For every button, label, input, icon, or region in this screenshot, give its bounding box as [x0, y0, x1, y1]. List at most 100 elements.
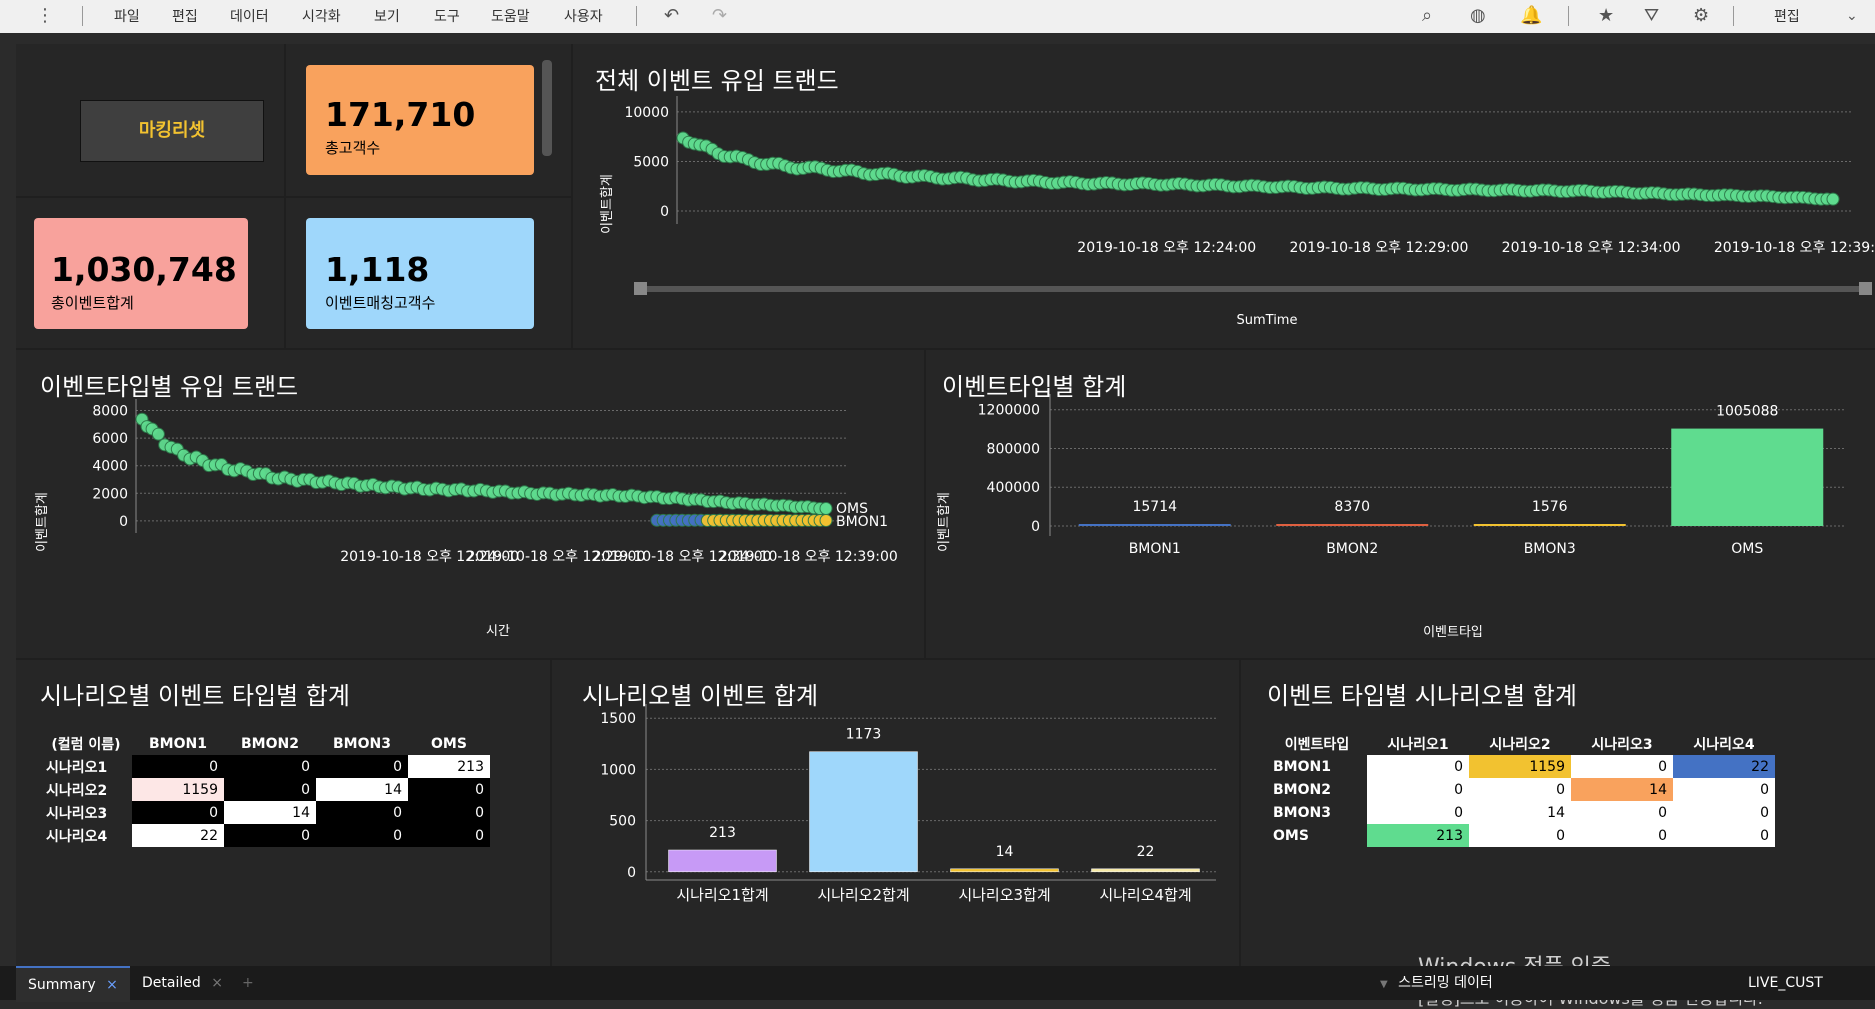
bookmark-icon[interactable]: ★ — [1598, 5, 1614, 26]
menu-visualize[interactable]: 시각화 — [302, 6, 341, 26]
bar — [1671, 428, 1824, 526]
table-row[interactable]: 시나리오3 0 14 0 0 — [40, 801, 490, 824]
redo-icon[interactable]: ↷ — [712, 5, 727, 26]
menu-data[interactable]: 데이터 — [230, 6, 269, 26]
y-axis-label: 이벤트합계 — [937, 492, 952, 552]
table-cell: 0 — [224, 755, 316, 778]
table-cell: 14 — [316, 778, 408, 801]
y-tick-label: 10000 — [624, 105, 669, 121]
total-customers-label: 총고객수 — [325, 139, 381, 157]
x-tick-label: 2019-10-18 오후 12:39:00 — [1714, 240, 1875, 256]
y-axis-label: 이벤트합계 — [600, 174, 615, 234]
table-column-header[interactable]: BMON2 — [224, 732, 316, 755]
menu-separator — [1568, 6, 1569, 26]
table-cell: 0 — [316, 824, 408, 847]
data-point — [819, 501, 833, 515]
bar — [668, 849, 777, 873]
total-events-label: 총이벤트합계 — [51, 294, 134, 312]
chevron-down-icon[interactable]: ⌄ — [1846, 8, 1858, 24]
table-row[interactable]: BMON3 0 14 0 0 — [1267, 801, 1775, 824]
undo-icon[interactable]: ↶ — [664, 5, 679, 26]
add-tab-icon[interactable]: + — [230, 966, 266, 1000]
range-slider-left-handle[interactable] — [634, 282, 647, 295]
x-tick-label: 2019-10-18 오후 12:24:00 — [1077, 240, 1256, 256]
table-column-header[interactable]: 시나리오1 — [1367, 732, 1469, 755]
table-column-header[interactable]: BMON3 — [316, 732, 408, 755]
total-customers-card: 171,710 총고객수 — [306, 65, 534, 175]
table-cell: 14 — [1571, 778, 1673, 801]
more-vertical-icon[interactable]: ⋮ — [36, 5, 54, 26]
marketing-set-button[interactable]: 마킹리셋 — [80, 100, 264, 162]
scenario-table-panel: 시나리오별 이벤트 타입별 합계 (컬럼 이름) BMON1 BMON2 BMON3 O… — [16, 660, 550, 966]
data-point — [819, 513, 833, 527]
tab-detailed[interactable]: Detailed × — [130, 966, 235, 1000]
close-icon[interactable]: × — [211, 975, 223, 991]
table-row[interactable]: OMS 213 0 0 0 — [1267, 824, 1775, 847]
table-row-header: 시나리오2 — [46, 782, 108, 799]
menu-view[interactable]: 보기 — [374, 6, 400, 26]
y-tick-label: 400000 — [987, 480, 1040, 496]
menu-edit[interactable]: 편집 — [172, 6, 198, 26]
table-cell: 0 — [1571, 824, 1673, 847]
y-tick-label: 8000 — [92, 404, 128, 420]
table-cell: 0 — [1571, 801, 1673, 824]
y-tick-label: 4000 — [92, 459, 128, 475]
range-slider-right-handle[interactable] — [1859, 282, 1872, 295]
bar-value-label: 15714 — [1132, 499, 1177, 515]
globe-icon[interactable]: ◍ — [1470, 5, 1486, 26]
table-row[interactable]: BMON1 0 1159 0 22 — [1267, 755, 1775, 778]
streaming-data-toggle[interactable]: ▼ 스트리밍 데이터 — [1368, 966, 1505, 1000]
type-trend-chart: 이벤트합계 시간 0 2000 4000 6000 8000 2019-10-18 오후 … — [35, 399, 898, 639]
table-row[interactable]: 시나리오4 22 0 0 0 — [40, 824, 490, 847]
table-cell: 0 — [1367, 755, 1469, 778]
matching-customers-label: 이벤트매칭고객수 — [325, 294, 436, 312]
table-cell: 0 — [316, 801, 408, 824]
table-row-header: 시나리오3 — [46, 805, 108, 822]
total-events-value: 1,030,748 — [51, 250, 237, 289]
table-row[interactable]: BMON2 0 0 14 0 — [1267, 778, 1775, 801]
table-cell: 22 — [132, 824, 224, 847]
y-tick-label: 0 — [1031, 519, 1040, 535]
close-icon[interactable]: × — [106, 977, 118, 993]
total-customers-panel: 171,710 총고객수 — [286, 44, 571, 196]
table-column-header[interactable]: 시나리오2 — [1469, 732, 1571, 755]
menu-tools[interactable]: 도구 — [434, 6, 460, 26]
table-row-header: BMON2 — [1273, 781, 1331, 798]
live-cust-label: LIVE_CUST — [1748, 975, 1823, 991]
kpi-scrollbar[interactable] — [542, 60, 552, 156]
total-customers-value: 171,710 — [325, 95, 476, 134]
table-cell: 0 — [224, 778, 316, 801]
table-row[interactable]: 시나리오2 1159 0 14 0 — [40, 778, 490, 801]
matching-customers-panel: 1,118 이벤트매칭고객수 — [286, 198, 571, 348]
bar — [950, 868, 1059, 873]
type-scenario-table-panel: 이벤트 타입별 시나리오별 합계 이벤트타입 시나리오1 시나리오2 시나리오3 시나리… — [1241, 660, 1875, 966]
bar-value-label: 8370 — [1334, 499, 1370, 515]
table-cell: 0 — [1469, 778, 1571, 801]
table-cell: 213 — [1367, 824, 1469, 847]
table-column-header[interactable]: 시나리오3 — [1571, 732, 1673, 755]
y-tick-label: 800000 — [987, 441, 1040, 457]
y-tick-label: 1000 — [600, 762, 636, 778]
table-column-header[interactable]: 시나리오4 — [1673, 732, 1775, 755]
y-tick-label: 1500 — [600, 711, 636, 727]
filter-icon[interactable]: ⛛ — [1644, 5, 1659, 26]
table-row-header: 시나리오4 — [46, 828, 108, 845]
menu-user[interactable]: 사용자 — [564, 6, 603, 26]
gear-icon[interactable]: ⚙ — [1693, 5, 1709, 26]
total-events-card: 1,030,748 총이벤트합계 — [34, 218, 248, 329]
tab-summary[interactable]: Summary × — [16, 966, 130, 1002]
x-tick-label: 시나리오2합계 — [817, 886, 909, 904]
table-column-header[interactable]: BMON1 — [132, 732, 224, 755]
tab-detailed-label: Detailed — [142, 975, 201, 991]
notification-bell-icon[interactable]: 🔔 — [1520, 5, 1542, 26]
table-row[interactable]: 시나리오1 0 0 0 213 — [40, 755, 490, 778]
type-sum-panel: 이벤트타입별 합계 이벤트합계 이벤트타입 0 400000 800000 12000… — [926, 350, 1875, 658]
bar-value-label: 213 — [709, 825, 736, 841]
table-column-header[interactable]: OMS — [408, 732, 490, 755]
table-cell: 22 — [1673, 755, 1775, 778]
table-cell: 0 — [1673, 824, 1775, 847]
edit-mode-select[interactable]: 편집 — [1774, 6, 1800, 26]
menu-help[interactable]: 도움말 — [491, 6, 530, 26]
menu-file[interactable]: 파일 — [114, 6, 140, 26]
search-icon[interactable]: ⌕ — [1422, 5, 1432, 26]
